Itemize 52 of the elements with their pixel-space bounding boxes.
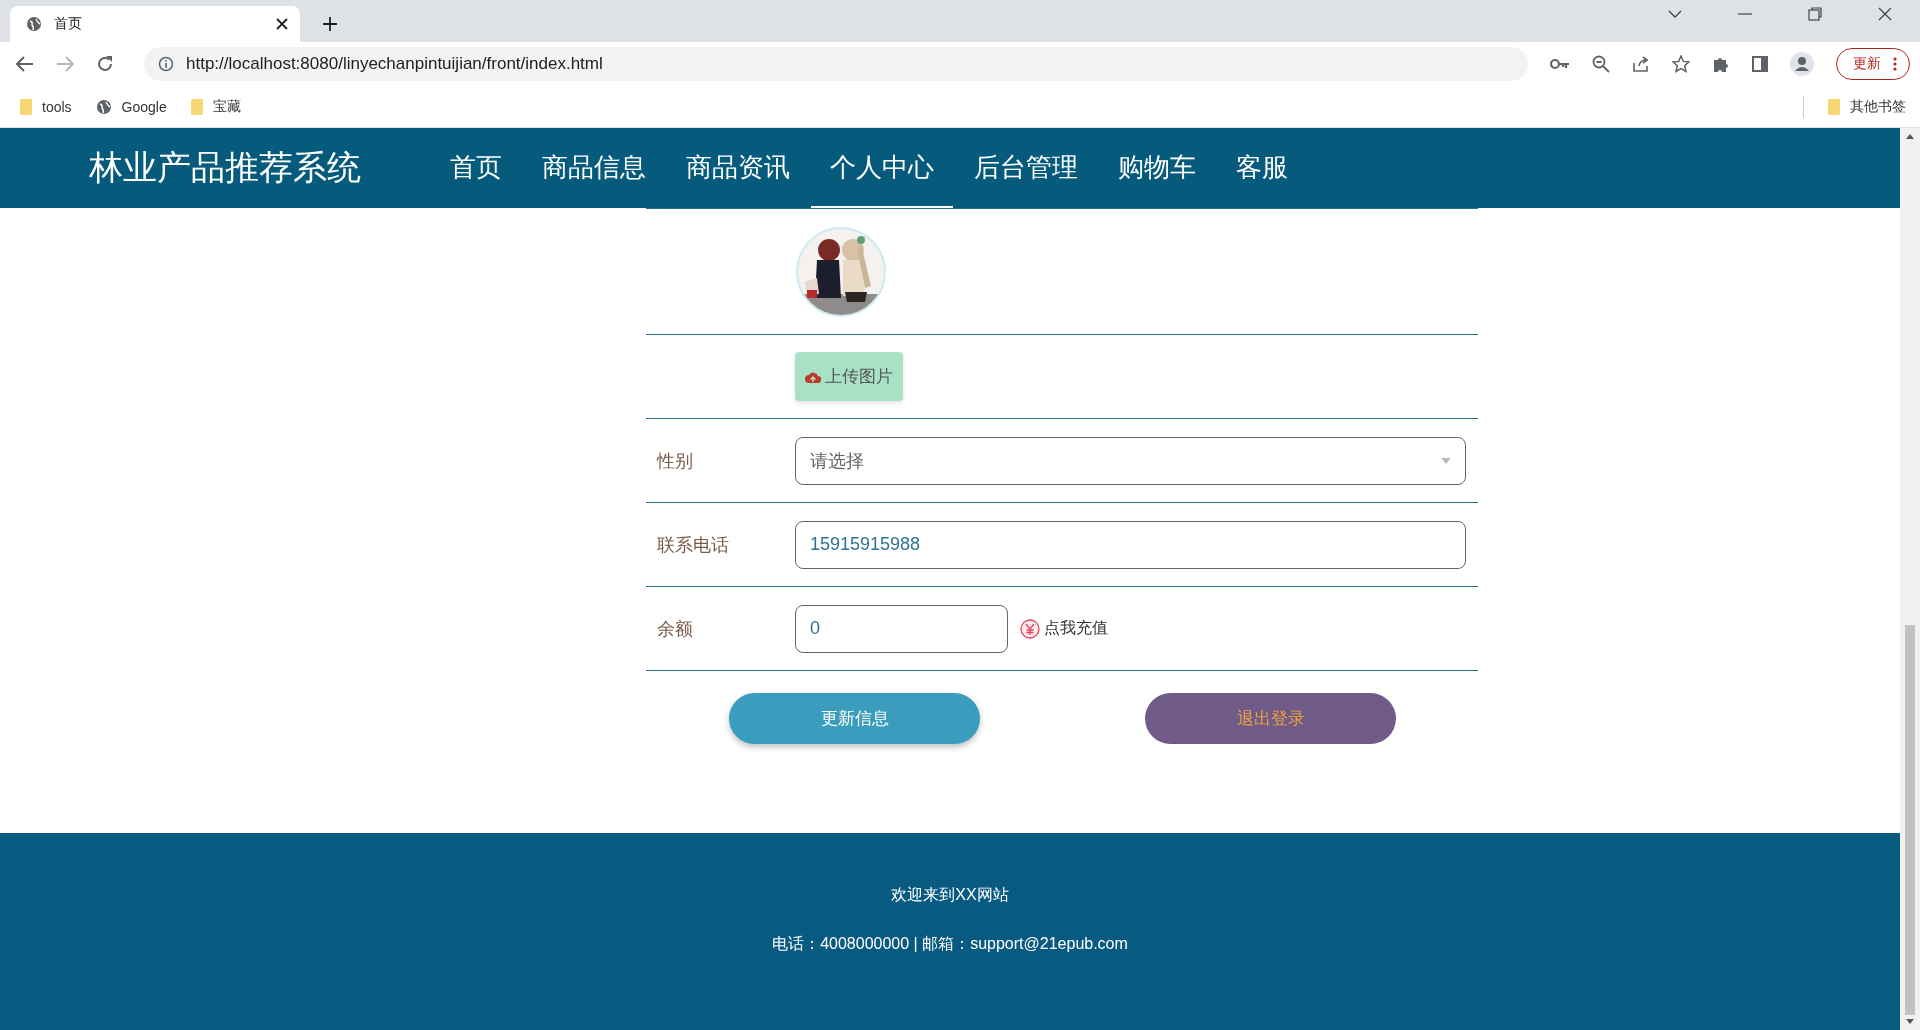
browser-tab[interactable]: 首页 (10, 6, 300, 42)
bookmark[interactable]: 宝藏 (190, 97, 241, 116)
close-icon[interactable] (1878, 7, 1892, 21)
side-panel-icon[interactable] (1752, 56, 1768, 72)
back-icon[interactable] (16, 56, 34, 72)
more-icon (1893, 57, 1897, 71)
cloud-upload-icon (805, 370, 821, 383)
field-label: 余额 (657, 618, 693, 639)
bookmark[interactable]: Google (95, 98, 167, 115)
gender-select[interactable]: 请选择 (795, 436, 1466, 485)
restore-icon[interactable] (1808, 7, 1822, 21)
footer-contact: 电话：4008000000 | 邮箱：support@21epub.com (772, 934, 1128, 954)
profile-icon[interactable] (1790, 52, 1814, 76)
bookmark[interactable]: 其他书签 (1828, 97, 1906, 116)
zoom-out-icon[interactable] (1592, 55, 1610, 73)
nav-link[interactable]: 商品资讯 (667, 128, 809, 208)
puzzle-icon[interactable] (1712, 55, 1730, 73)
scrollbar-thumb[interactable] (1905, 625, 1915, 1015)
folder-icon (190, 98, 203, 115)
field-label: 性别 (657, 450, 693, 471)
globe-icon (95, 98, 112, 115)
scroll-down-icon[interactable] (1906, 1019, 1914, 1024)
share-icon[interactable] (1632, 55, 1650, 73)
address-bar[interactable]: http://localhost:8080/linyechanpintuijian/front/index.html (144, 47, 1528, 81)
phone-field[interactable]: 15915915988 (795, 520, 1466, 569)
footer-welcome: 欢迎来到XX网站 (891, 885, 1009, 905)
nav-link[interactable]: 购物车 (1099, 128, 1215, 208)
scroll-up-icon[interactable] (1906, 134, 1914, 139)
nav-link[interactable]: 商品信息 (523, 128, 665, 208)
update-button[interactable]: 更新 (1836, 48, 1910, 80)
nav-link[interactable]: 后台管理 (955, 128, 1097, 208)
chevron-down-icon[interactable] (1668, 10, 1682, 18)
scrollbar[interactable] (1900, 128, 1920, 1030)
dropdown-icon (1441, 457, 1451, 464)
key-icon[interactable] (1550, 58, 1570, 70)
close-icon[interactable] (276, 18, 288, 30)
new-tab-icon[interactable] (322, 16, 338, 32)
upload-button[interactable]: 上传图片 (795, 352, 903, 401)
folder-icon (1828, 98, 1840, 115)
bookmark[interactable]: tools (20, 98, 72, 115)
folder-icon (20, 98, 32, 115)
nav-link[interactable]: 客服 (1217, 128, 1307, 208)
yen-icon (1020, 618, 1040, 639)
nav-link[interactable]: 首页 (431, 128, 521, 208)
recharge-link[interactable]: 点我充值 (1020, 618, 1108, 639)
site-title: 林业产品推荐系统 (89, 147, 361, 188)
globe-icon (26, 16, 42, 32)
reload-icon[interactable] (96, 55, 114, 73)
star-icon[interactable] (1672, 55, 1690, 73)
field-label: 联系电话 (657, 534, 729, 555)
info-icon (158, 56, 174, 72)
balance-field[interactable]: 0 (795, 604, 1008, 653)
